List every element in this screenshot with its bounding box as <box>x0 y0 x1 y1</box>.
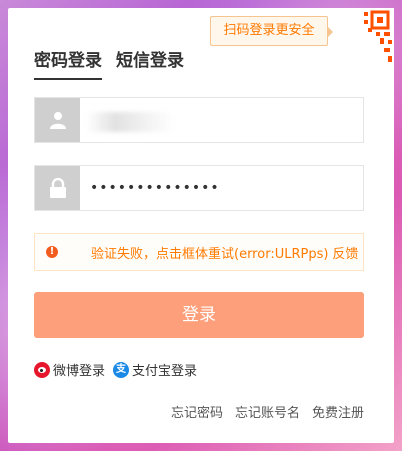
tab-sms-login[interactable]: 短信登录 <box>116 46 184 80</box>
password-field[interactable] <box>34 165 364 211</box>
error-message: 验证失败，点击框体重试(error:ULRPps) <box>91 246 329 262</box>
weibo-login-label: 微博登录 <box>53 364 106 379</box>
qr-code-icon[interactable] <box>334 8 394 68</box>
error-icon: ! <box>46 246 58 258</box>
alipay-login-label: 支付宝登录 <box>132 364 198 379</box>
password-input[interactable] <box>80 166 363 210</box>
alipay-login[interactable]: 支 支付宝登录 <box>113 360 197 379</box>
login-tabs: 密码登录 短信登录 <box>34 46 184 80</box>
register-link[interactable]: 免费注册 <box>312 402 364 421</box>
verification-error[interactable]: ! 验证失败，点击框体重试(error:ULRPps) 反馈 <box>34 233 364 271</box>
qr-login-tip[interactable]: 扫码登录更安全 <box>210 16 333 46</box>
tab-password-login[interactable]: 密码登录 <box>34 46 102 80</box>
footer-links: 忘记密码 忘记账号名 免费注册 <box>171 402 364 421</box>
weibo-login[interactable]: 微博登录 <box>34 360 105 379</box>
weibo-icon <box>34 361 50 378</box>
login-button[interactable]: 登录 <box>34 292 364 338</box>
user-icon <box>35 98 80 142</box>
username-field[interactable] <box>34 97 364 143</box>
social-login: 微博登录 支 支付宝登录 <box>34 360 197 379</box>
feedback-link[interactable]: 反馈 <box>332 247 358 262</box>
forgot-account-link[interactable]: 忘记账号名 <box>235 402 300 421</box>
forgot-password-link[interactable]: 忘记密码 <box>171 402 223 421</box>
alipay-icon: 支 <box>113 361 130 378</box>
lock-icon <box>35 166 80 210</box>
username-obscured-value <box>86 112 174 132</box>
